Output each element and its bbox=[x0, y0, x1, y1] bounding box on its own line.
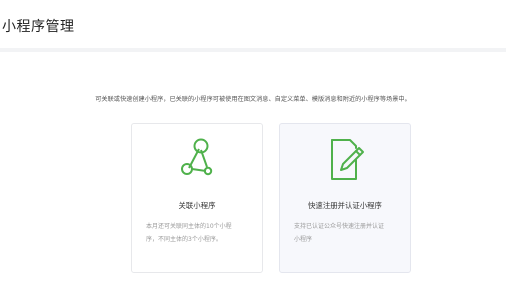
page-header: 小程序管理 bbox=[0, 0, 506, 48]
card-description: 支持已认证公众号快速注册并认证 小程序 bbox=[294, 223, 385, 243]
card-title: 快速注册并认证小程序 bbox=[308, 201, 382, 210]
intro-text: 可关联或快速创建小程序，已关联的小程序可被使用在图文消息、自定义菜单、模版消息和… bbox=[95, 96, 411, 103]
main-panel: 可关联或快速创建小程序，已关联的小程序可被使用在图文消息、自定义菜单、模版消息和… bbox=[0, 52, 506, 295]
card-description: 本月还可关联同主体的10个小程 序，不同主体的3个小程序。 bbox=[146, 223, 232, 243]
link-nodes-icon bbox=[132, 138, 262, 182]
card-title: 关联小程序 bbox=[178, 201, 216, 210]
link-mini-program-card[interactable]: 关联小程序 本月还可关联同主体的10个小程 序，不同主体的3个小程序。 bbox=[131, 123, 263, 273]
document-edit-icon bbox=[280, 138, 410, 182]
register-mini-program-card[interactable]: 快速注册并认证小程序 支持已认证公众号快速注册并认证 小程序 bbox=[279, 123, 411, 273]
page-title: 小程序管理 bbox=[2, 19, 75, 35]
